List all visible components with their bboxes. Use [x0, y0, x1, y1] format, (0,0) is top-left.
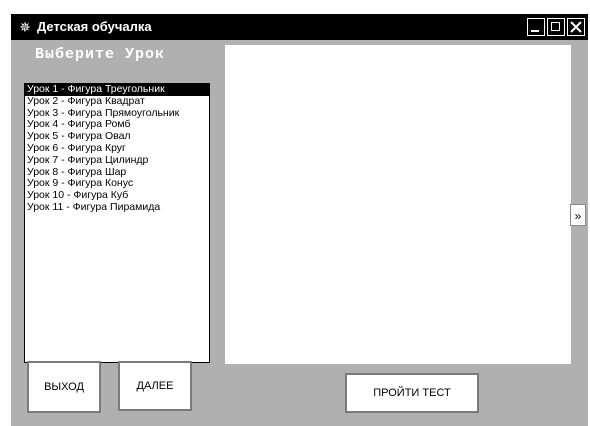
shape-display-area — [225, 45, 571, 364]
close-button[interactable] — [567, 18, 585, 36]
main-window: ✵ Детская обучалка Выберите Урок Урок 1 … — [11, 14, 588, 426]
forward-arrow-button[interactable]: » — [570, 204, 586, 226]
lesson-item[interactable]: Урок 2 - Фигура Квадрат — [25, 95, 209, 108]
lesson-item[interactable]: Урок 7 - Фигура Цилиндр — [25, 154, 209, 167]
title-bar[interactable]: ✵ Детская обучалка — [11, 14, 588, 40]
close-icon — [570, 21, 582, 33]
lesson-item[interactable]: Урок 6 - Фигура Круг — [25, 142, 209, 155]
take-test-button[interactable]: ПРОЙТИ ТЕСТ — [345, 373, 479, 413]
minimize-button[interactable] — [527, 18, 545, 36]
lessons-listbox[interactable]: Урок 1 - Фигура Треугольник Урок 2 - Фиг… — [24, 83, 210, 363]
exit-button[interactable]: ВЫХОД — [27, 361, 101, 413]
lessons-heading: Выберите Урок — [35, 46, 166, 63]
window-title: Детская обучалка — [37, 19, 152, 34]
maximize-button[interactable] — [547, 18, 565, 36]
next-button[interactable]: ДАЛЕЕ — [118, 361, 192, 411]
lesson-item[interactable]: Урок 11 - Фигура Пирамида — [25, 201, 209, 214]
gear-icon: ✵ — [19, 19, 31, 35]
